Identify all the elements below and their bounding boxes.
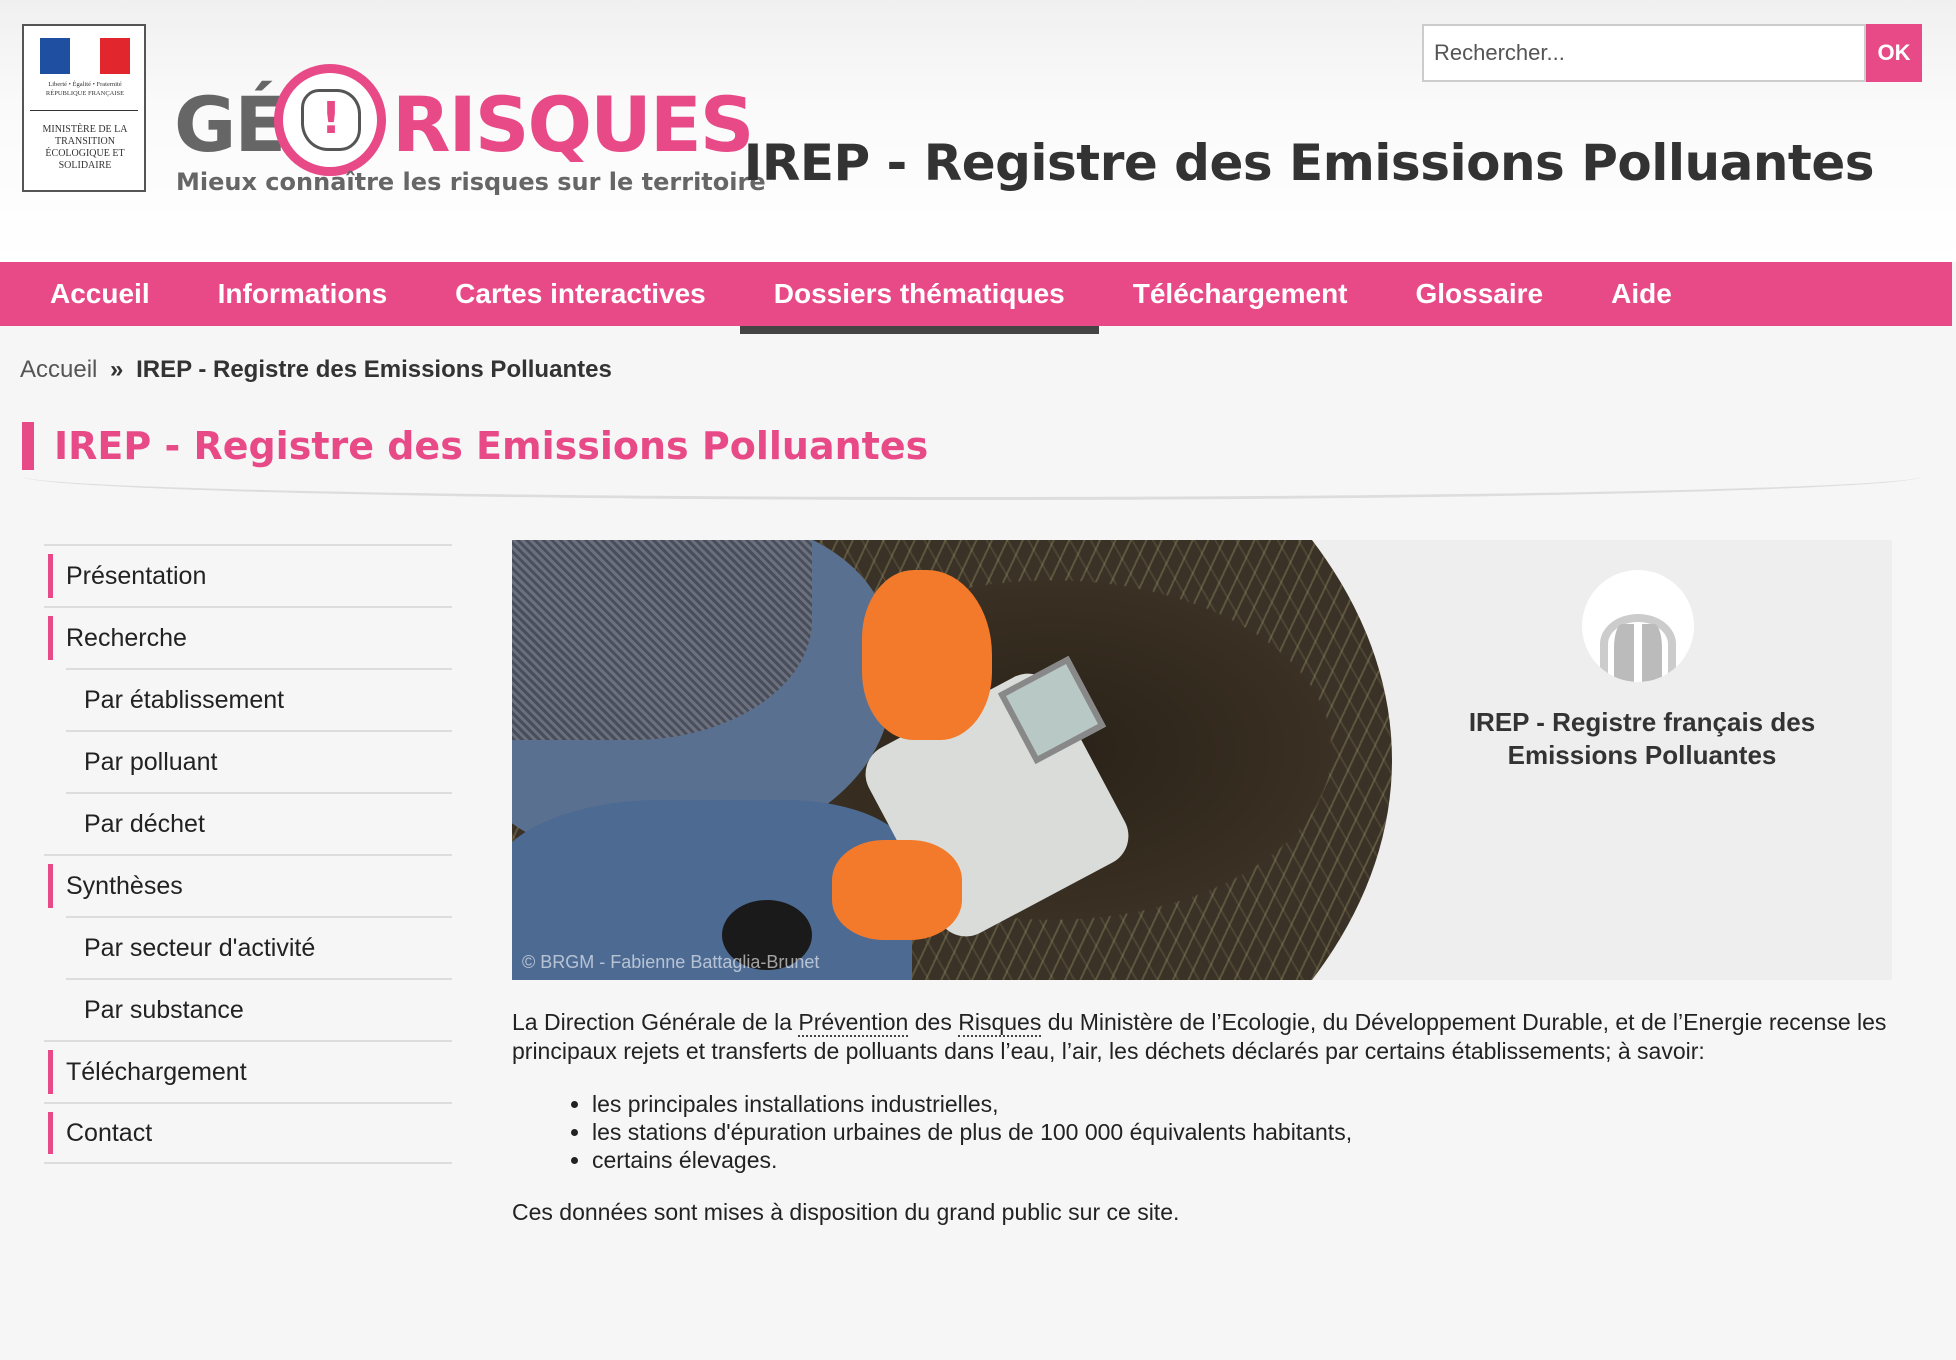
list-item: les principales installations industriel…	[592, 1090, 1932, 1118]
breadcrumb-separator: »	[110, 356, 124, 383]
sidebar-item-presentation[interactable]: Présentation	[44, 544, 452, 606]
nav-accueil[interactable]: Accueil	[16, 262, 184, 326]
nav-telechargement[interactable]: Téléchargement	[1099, 262, 1382, 326]
breadcrumb-home-link[interactable]: Accueil	[20, 356, 97, 383]
sidebar-menu: Présentation Recherche Par établissement…	[44, 544, 452, 1164]
main-nav: Accueil Informations Cartes interactives…	[0, 262, 1952, 334]
sidebar-item-syntheses[interactable]: Synthèses	[44, 854, 452, 916]
title-divider	[22, 476, 1922, 500]
sidebar-item-par-etablissement[interactable]: Par établissement	[66, 668, 452, 730]
nav-dossiers-thematiques[interactable]: Dossiers thématiques	[739, 262, 1099, 334]
intro-paragraph: La Direction Générale de la Prévention d…	[512, 1009, 1887, 1064]
orange-glove	[862, 570, 992, 740]
logo-tagline: Mieux connaître les risques sur le terri…	[176, 168, 766, 196]
site-title: IREP - Registre des Emissions Polluantes	[743, 134, 1875, 192]
sidebar-item-telechargement[interactable]: Téléchargement	[44, 1040, 452, 1102]
nav-informations[interactable]: Informations	[184, 262, 422, 326]
ministry-logo[interactable]: Liberté • Égalité • Fraternité RÉPUBLIQU…	[22, 24, 146, 192]
banner-side-panel: IREP - Registre français des Emissions P…	[1392, 540, 1892, 980]
ministry-motto: Liberté • Égalité • Fraternité RÉPUBLIQU…	[45, 81, 125, 97]
site-header: Liberté • Égalité • Fraternité RÉPUBLIQU…	[0, 0, 1956, 262]
sidebar-item-par-secteur-activite[interactable]: Par secteur d'activité	[66, 916, 452, 978]
nav-glossaire[interactable]: Glossaire	[1382, 262, 1578, 326]
abbr-risques: Risques	[958, 1009, 1042, 1037]
logo-ge-text: GÉ	[174, 80, 286, 169]
sidebar-item-par-substance[interactable]: Par substance	[66, 978, 452, 1040]
breadcrumb: Accueil » IREP - Registre des Emissions …	[20, 356, 612, 384]
georisques-logo[interactable]: GÉ ! RISQUES Mieux connaître les risques…	[174, 56, 766, 206]
nav-aide[interactable]: Aide	[1577, 262, 1706, 326]
france-map-icon: !	[274, 64, 386, 176]
page-title: IREP - Registre des Emissions Polluantes	[22, 422, 928, 470]
list-item: certains élevages.	[592, 1146, 1932, 1174]
sidebar-item-recherche[interactable]: Recherche	[44, 606, 452, 668]
sidebar-item-par-polluant[interactable]: Par polluant	[66, 730, 452, 792]
logo-risques-text: RISQUES	[392, 80, 755, 169]
marianne-flag-icon	[40, 38, 130, 74]
search-ok-button[interactable]: OK	[1866, 24, 1922, 82]
banner-heading: IREP - Registre français des Emissions P…	[1468, 707, 1816, 770]
sidebar-item-contact[interactable]: Contact	[44, 1102, 452, 1164]
search-input[interactable]	[1422, 24, 1866, 82]
search-form: OK	[1422, 24, 1922, 82]
abbr-prevention: Prévention	[798, 1009, 909, 1037]
irep-icon	[1582, 570, 1694, 682]
breadcrumb-current: IREP - Registre des Emissions Polluantes	[136, 356, 612, 383]
establishment-list: les principales installations industriel…	[592, 1090, 1932, 1174]
closing-paragraph: Ces données sont mises à disposition du …	[512, 1199, 1180, 1225]
photo-credit: © BRGM - Fabienne Battaglia-Brunet	[522, 952, 820, 972]
main-content: La Direction Générale de la Prévention d…	[512, 1008, 1932, 1227]
ministry-name: Ministère de la Transition Écologique et…	[42, 124, 128, 171]
irep-banner: © BRGM - Fabienne Battaglia-Brunet IREP …	[512, 540, 1892, 980]
nav-cartes-interactives[interactable]: Cartes interactives	[421, 262, 740, 326]
list-item: les stations d'épuration urbaines de plu…	[592, 1118, 1932, 1146]
banner-photo: © BRGM - Fabienne Battaglia-Brunet	[512, 540, 1392, 980]
sidebar-item-par-dechet[interactable]: Par déchet	[66, 792, 452, 854]
